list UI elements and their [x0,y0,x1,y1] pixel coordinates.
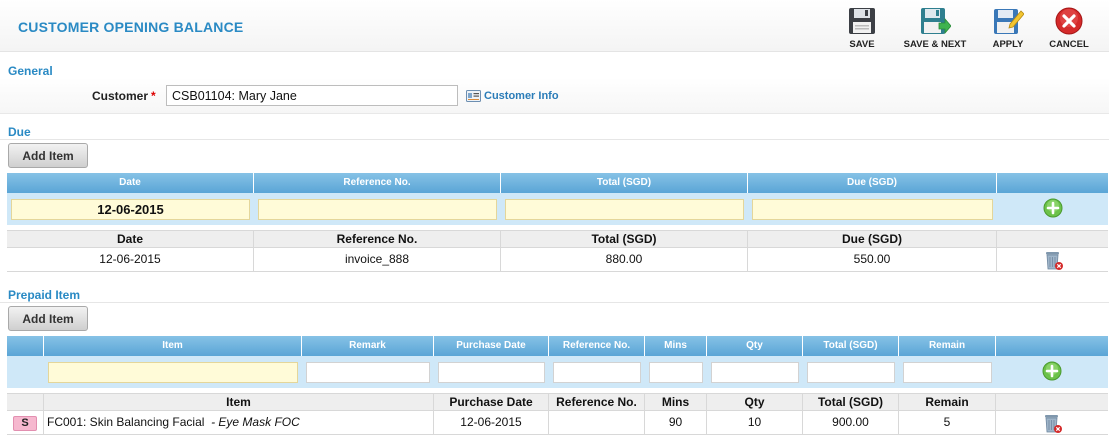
prepaid-divider [0,302,1109,303]
customer-label: Customer * [92,89,156,103]
prepaid-item-input[interactable] [48,361,298,383]
due-add-item-button[interactable]: Add Item [8,143,88,168]
save-button[interactable]: SAVE [824,6,900,52]
green-plus-circle-icon [1042,361,1062,380]
prepaid-remark-input[interactable] [306,361,430,383]
due-row-total: 880.00 [501,248,748,271]
prepaid-col-purchase-date: Purchase Date [434,336,549,356]
due-row-due: 550.00 [748,248,997,271]
save-label: SAVE [849,39,875,50]
service-type-badge: S [13,416,37,431]
table-row: S FC001: Skin Balancing Facial - Eye Mas… [7,411,1108,435]
due-col-total: Total (SGD) [501,173,748,193]
cancel-button[interactable]: CANCEL [1031,6,1107,52]
prepaid-col-remain: Remain [899,336,996,356]
prepaid-qty-input[interactable] [711,361,799,383]
due-col-date: Date [7,173,254,193]
prepaid-row-delete-button[interactable] [1041,411,1063,434]
prepaid-table-col-purchase-date: Purchase Date [434,394,549,410]
prepaid-input-header: Item Remark Purchase Date Reference No. … [7,336,1108,356]
general-section-title: General [8,64,53,78]
page-header: CUSTOMER OPENING BALANCE SAVE SAVE & NEX… [0,0,1109,52]
prepaid-table-col-action [996,394,1108,410]
prepaid-grid: Item Remark Purchase Date Reference No. … [7,336,1108,435]
prepaid-row-total: 900.00 [803,411,899,434]
due-col-reference: Reference No. [254,173,501,193]
due-row-reference: invoice_888 [254,248,501,271]
due-col-due: Due (SGD) [748,173,997,193]
prepaid-row-remark: - Eye Mask FOC [211,415,300,429]
prepaid-input-row [7,356,1108,388]
customer-label-text: Customer [92,89,149,103]
trash-bin-icon [1045,415,1062,433]
prepaid-row-reference [549,411,645,434]
id-card-icon [466,90,481,102]
prepaid-row-qty: 10 [707,411,803,434]
due-table-col-reference: Reference No. [254,231,501,247]
prepaid-col-total: Total (SGD) [803,336,899,356]
prepaid-row-item-name: FC001: Skin Balancing Facial [47,415,205,429]
prepaid-add-item-button[interactable]: Add Item [8,306,88,331]
prepaid-col-mins: Mins [645,336,707,356]
prepaid-table-col-mins: Mins [645,394,707,410]
customer-info-link[interactable]: Customer Info [466,90,559,102]
due-row-delete-button[interactable] [1042,248,1064,271]
due-input-header: Date Reference No. Total (SGD) Due (SGD) [7,173,1108,193]
customer-info-text: Customer Info [484,90,559,102]
required-mark: * [151,89,156,103]
due-divider [0,139,1109,140]
prepaid-purchase-date-input[interactable] [438,361,545,383]
due-grid: Date Reference No. Total (SGD) Due (SGD)… [7,173,1108,272]
prepaid-remain-input[interactable] [903,361,992,383]
prepaid-row-item: FC001: Skin Balancing Facial - Eye Mask … [44,411,434,434]
prepaid-col-item: Item [44,336,302,356]
due-table-header: Date Reference No. Total (SGD) Due (SGD) [7,230,1108,248]
prepaid-total-input[interactable] [807,361,895,383]
red-x-circle-icon [1055,7,1083,35]
prepaid-table-header: Item Purchase Date Reference No. Mins Qt… [7,393,1108,411]
due-table-col-date: Date [7,231,254,247]
prepaid-row-purchase-date: 12-06-2015 [434,411,549,434]
save-next-label: SAVE & NEXT [903,39,967,50]
prepaid-row-remain: 5 [899,411,996,434]
prepaid-table-col-type [7,394,44,410]
due-reference-input[interactable] [258,198,497,220]
green-plus-circle-icon [1043,198,1062,217]
due-table-col-total: Total (SGD) [501,231,748,247]
prepaid-table-col-item: Item [44,394,434,410]
floppy-disk-icon [849,8,875,34]
prepaid-col-reference: Reference No. [549,336,645,356]
due-total-input[interactable] [505,198,744,220]
trash-bin-icon [1045,252,1063,270]
prepaid-table-col-reference: Reference No. [549,394,645,410]
table-row: 12-06-2015 invoice_888 880.00 550.00 [7,248,1108,272]
prepaid-table-col-remain: Remain [899,394,996,410]
customer-input[interactable] [166,85,458,106]
floppy-disk-pencil-icon [994,9,1024,34]
prepaid-reference-input[interactable] [553,361,641,383]
prepaid-add-row-button[interactable] [1042,361,1062,384]
due-row-date: 12-06-2015 [7,248,254,271]
prepaid-section-title: Prepaid Item [8,288,81,302]
due-input-row [7,193,1108,225]
due-amount-input[interactable] [752,198,993,220]
cancel-label: CANCEL [1049,39,1089,50]
due-date-input[interactable] [11,198,250,220]
prepaid-col-remark: Remark [302,336,434,356]
due-add-row-button[interactable] [1043,198,1063,221]
due-table-col-action [997,231,1108,247]
page-title: CUSTOMER OPENING BALANCE [18,19,244,35]
prepaid-table-col-qty: Qty [707,394,803,410]
due-section-title: Due [8,125,31,139]
prepaid-col-type [7,336,44,356]
prepaid-col-qty: Qty [707,336,803,356]
prepaid-col-action [996,336,1108,356]
prepaid-mins-input[interactable] [649,361,703,383]
prepaid-table-col-total: Total (SGD) [803,394,899,410]
due-table-col-due: Due (SGD) [748,231,997,247]
floppy-disk-arrow-icon [921,8,951,35]
due-col-action [997,173,1108,193]
prepaid-row-mins: 90 [645,411,707,434]
save-next-button[interactable]: SAVE & NEXT [897,6,973,52]
